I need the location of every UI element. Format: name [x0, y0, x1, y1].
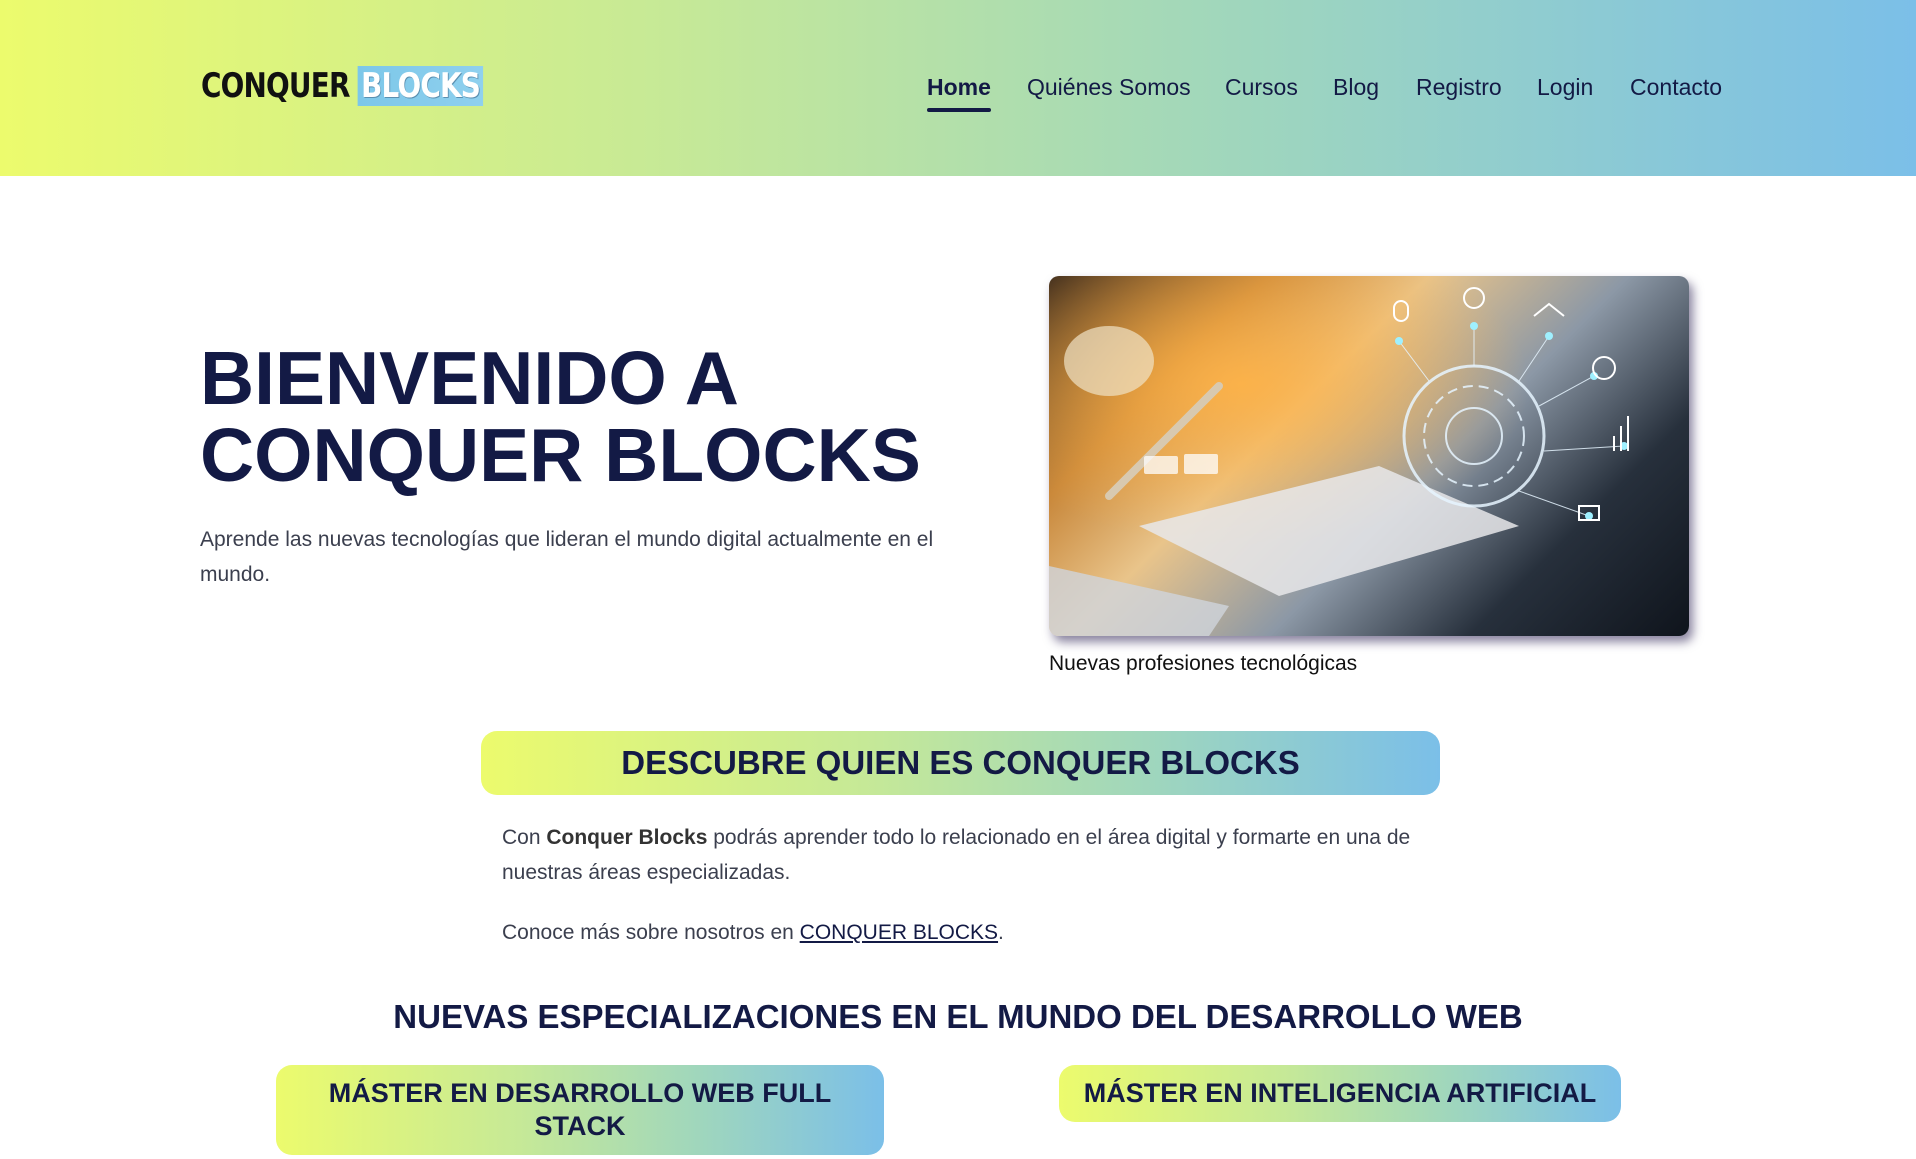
site-header: CONQUER BLOCKS Home Quiénes Somos Cursos…: [0, 0, 1916, 176]
specializations-heading: NUEVAS ESPECIALIZACIONES EN EL MUNDO DEL…: [393, 998, 1523, 1035]
course-title-fullstack: MÁSTER EN DESARROLLO WEB FULL STACK: [328, 1078, 832, 1141]
conquer-blocks-link[interactable]: CONQUER BLOCKS: [800, 921, 998, 944]
about-paragraph: Con Conquer Blocks podrás aprender todo …: [502, 820, 1422, 890]
about-p1-lead: Con: [502, 826, 547, 849]
course-title-ai: MÁSTER EN INTELIGENCIA ARTIFICIAL: [1083, 1078, 1597, 1108]
tech-network-illustration: [1049, 276, 1689, 636]
hero-image: [1049, 276, 1689, 636]
nav-cursos[interactable]: Cursos: [1225, 72, 1298, 102]
about-link-paragraph: Conoce más sobre nosotros en CONQUER BLO…: [502, 915, 1422, 950]
nav-quienes-somos[interactable]: Quiénes Somos: [1027, 72, 1191, 102]
about-heading: DESCUBRE QUIEN ES CONQUER BLOCKS: [621, 744, 1300, 781]
nav-contacto[interactable]: Contacto: [1630, 72, 1722, 102]
nav-blog[interactable]: Blog: [1333, 72, 1379, 102]
nav-registro[interactable]: Registro: [1416, 72, 1502, 102]
nav-home[interactable]: Home: [927, 72, 991, 112]
nav-login[interactable]: Login: [1537, 72, 1593, 102]
course-card-fullstack[interactable]: MÁSTER EN DESARROLLO WEB FULL STACK: [276, 1065, 884, 1155]
about-p2-end: .: [998, 921, 1004, 944]
main-nav: Home Quiénes Somos Cursos Blog Registro …: [0, 72, 1916, 112]
about-p2-lead: Conoce más sobre nosotros en: [502, 921, 800, 944]
about-heading-banner: DESCUBRE QUIEN ES CONQUER BLOCKS: [481, 731, 1440, 795]
hero-image-caption: Nuevas profesiones tecnológicas: [1049, 652, 1358, 675]
hero-title: BIENVENIDO A CONQUER BLOCKS: [200, 336, 921, 497]
hero-subtitle: Aprende las nuevas tecnologías que lider…: [200, 528, 934, 586]
course-card-ai[interactable]: MÁSTER EN INTELIGENCIA ARTIFICIAL: [1059, 1065, 1621, 1122]
brand-name-bold: Conquer Blocks: [546, 826, 708, 849]
